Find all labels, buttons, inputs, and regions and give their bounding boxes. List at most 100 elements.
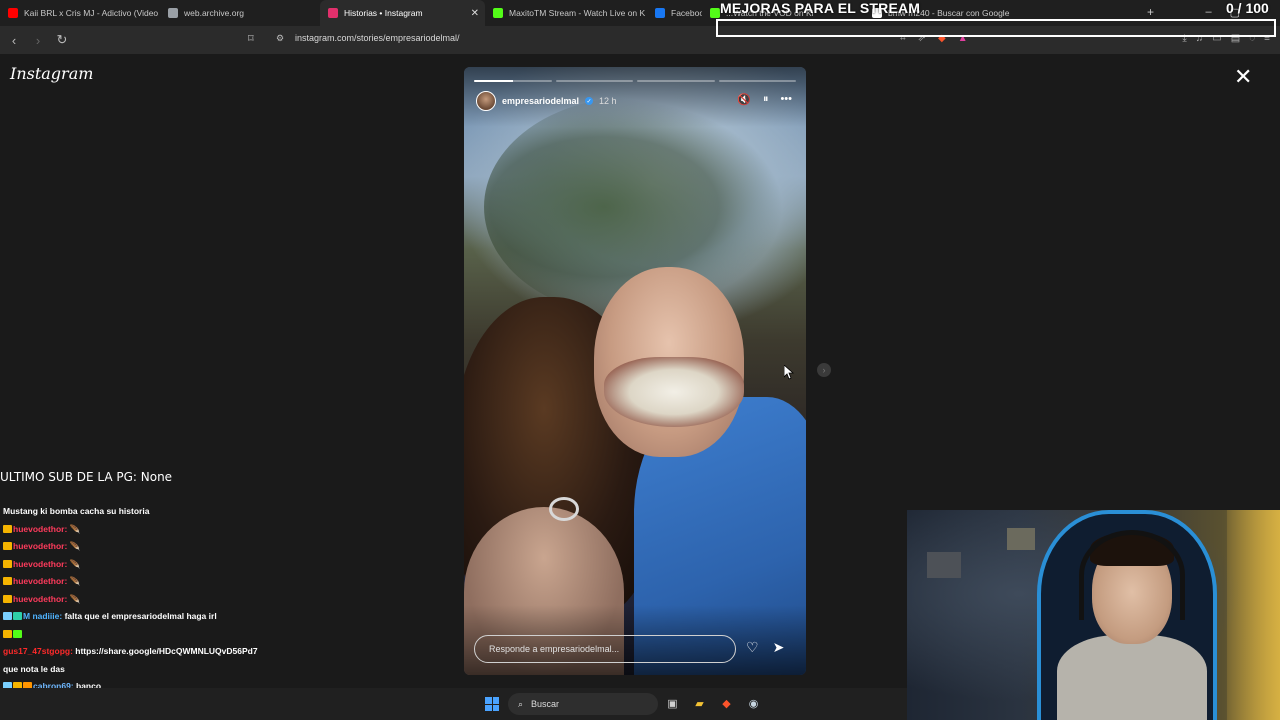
chat-message: Mustang ki bomba cacha su historia [3,503,463,521]
address-bar[interactable]: instagram.com/stories/empresariodelmal/ [295,33,460,43]
chat-text: falta que el empresariodelmal haga irl [64,611,217,621]
avatar[interactable] [476,91,496,111]
chat-text: https://share.google/HDcQWMNLUQvD56Pd7 [75,646,258,656]
chat-badge-icon [13,629,22,638]
tab-favicon-icon [168,8,178,18]
pause-icon[interactable]: ⏸ [763,93,769,106]
webcam-streamer-body [1057,635,1207,720]
screen: Kaii BRL x Cris MJ - Adictivo (Video C we… [0,0,1280,720]
next-story-arrow-icon[interactable]: › [817,363,831,377]
chat-badge-icon [3,524,12,533]
tab-favicon-icon [655,8,665,18]
stream-goal-title: MEJORAS PARA EL STREAM [720,0,921,16]
taskbar-search-label: Buscar [531,699,560,709]
story-header: empresariodelmal ✓ 12 h [476,91,617,111]
tab-label: MaxitoTM Stream - Watch Live on K [509,8,646,18]
file-explorer-icon[interactable]: ▰ [691,695,708,712]
tab-favicon-icon [328,8,338,18]
chat-emote-icon: 🪶 [69,593,81,604]
tab-favicon-icon [710,8,720,18]
taskbar-search[interactable]: ⌕ Buscar [508,693,658,715]
chat-username[interactable]: huevodethor: [13,594,70,604]
headset-icon [1079,530,1185,620]
story-time-ago: 12 h [599,96,617,106]
story-image-smile-filter [604,357,744,427]
chat-message: huevodethor: 🪶 [3,573,463,591]
chat-badge-icon [3,577,12,585]
tab-close-icon[interactable]: ✕ [471,8,479,19]
webcam-wall-frame [1007,528,1035,550]
chat-text: que nota le das [3,663,65,674]
bookmark-icon[interactable]: ⌑ [248,32,254,45]
chat-message: huevodethor: 🪶 [3,538,463,556]
verified-badge-icon: ✓ [585,97,594,105]
windows-start-icon[interactable] [485,697,499,711]
browser-tab[interactable]: MaxitoTM Stream - Watch Live on K [485,0,647,26]
tab-label: Facebook [671,8,702,18]
browser-tab[interactable]: Kaii BRL x Cris MJ - Adictivo (Video C [0,0,160,26]
back-icon[interactable]: ‹ [4,30,24,50]
like-heart-icon[interactable]: ♡ [746,639,759,656]
story-progress-bar [474,80,796,82]
task-view-icon[interactable]: ▣ [664,695,681,712]
chat-username[interactable]: huevodethor: [13,576,70,586]
story-username[interactable]: empresariodelmal [502,96,579,106]
chat-badge-icon [3,629,12,638]
instagram-logo[interactable]: Instagram [10,64,93,83]
send-icon[interactable]: ➤ [773,639,785,656]
browser-tab[interactable]: Facebook [647,0,702,26]
browser-tab[interactable]: web.archive.org [160,0,320,26]
tab-label: Kaii BRL x Cris MJ - Adictivo (Video C [24,8,160,18]
stream-goal-counter: 0 / 100 [1226,0,1269,16]
tab-label: web.archive.org [184,8,245,18]
new-tab-button[interactable]: + [1147,5,1154,19]
search-icon: ⌕ [518,698,524,709]
chat-badge-icon [3,612,12,620]
chat-username[interactable]: huevodethor: [13,524,70,534]
chat-badge-icon [13,612,22,620]
chat-message: que nota le das [3,661,463,679]
story-image-chain [549,497,579,521]
chat-emote-icon: 🪶 [69,558,81,569]
story-card[interactable]: empresariodelmal ✓ 12 h 🔇 ⏸ ••• Responde… [464,67,806,675]
chat-message [3,626,463,644]
chat-message: gus17_47stgopg: https://share.google/HDc… [3,643,463,661]
chat-username[interactable]: M nadiiie: [23,611,65,621]
chat-username[interactable]: huevodethor: [13,541,70,551]
story-controls: 🔇 ⏸ ••• [737,93,792,106]
minimize-icon[interactable]: – [1205,6,1211,19]
stream-goal-bar [716,19,1276,37]
chat-username[interactable]: huevodethor: [13,559,70,569]
mute-icon[interactable]: 🔇 [737,93,751,106]
progress-segment [637,80,715,82]
tab-favicon-icon [493,8,503,18]
forward-icon[interactable]: › [28,30,48,50]
reload-icon[interactable]: ↻ [52,30,72,50]
chat-badge-icon [3,594,12,603]
mouse-cursor-icon [784,365,794,380]
steam-icon[interactable]: ◉ [745,695,762,712]
browser-tab[interactable]: Historias • Instagram ✕ [320,0,485,26]
webcam-wall-frame [927,552,961,578]
reply-input[interactable]: Responde a empresariodelmal... [474,635,736,663]
brave-browser-icon[interactable]: ◆ [718,695,735,712]
last-sub-label: ULTIMO SUB DE LA PG: None [0,470,173,484]
tab-label: Historias • Instagram [344,8,423,18]
chat-emote-icon: 🪶 [69,541,81,551]
chat-message: huevodethor: 🪶 [3,521,463,539]
chat-username[interactable]: gus17_47stgopg: [3,646,75,656]
progress-segment [555,80,633,82]
tab-favicon-icon [8,8,18,18]
site-settings-icon[interactable]: ⚙ [276,33,284,44]
more-options-icon[interactable]: ••• [780,93,792,106]
chat-message: huevodethor: 🪶 [3,591,463,609]
close-story-button[interactable]: ✕ [1234,66,1252,88]
chat-emote-icon: 🪶 [69,523,81,534]
webcam-window-light [1227,510,1280,720]
taskbar-apps: ▣ ▰ ◆ ◉ [664,695,762,712]
chat-emote-icon: 🪶 [69,576,81,586]
chat-badge-icon [3,559,12,568]
progress-fill [474,80,513,82]
chat-message: M nadiiie: falta que el empresariodelmal… [3,608,463,626]
chat-text: Mustang ki bomba cacha su historia [3,506,150,516]
